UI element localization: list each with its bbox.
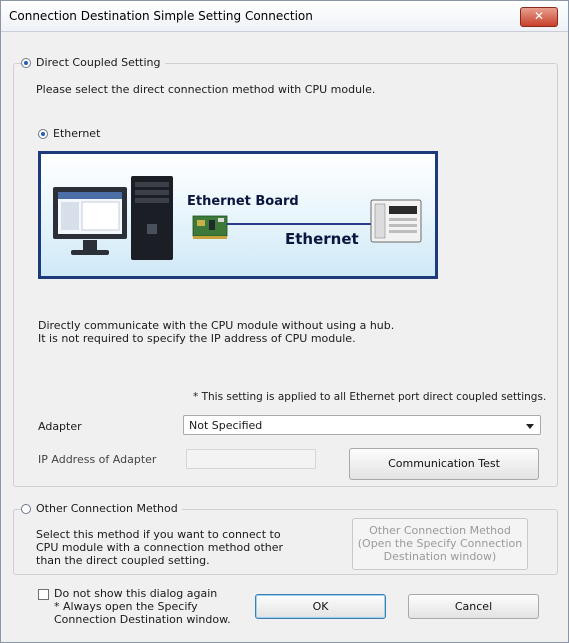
pc-tower-icon bbox=[131, 176, 173, 260]
ethernet-port-note: * This setting is applied to all Etherne… bbox=[193, 391, 547, 403]
ethernet-radio[interactable] bbox=[38, 128, 48, 139]
direct-coupled-radio[interactable] bbox=[21, 57, 31, 68]
ethernet-radio-row[interactable]: Ethernet bbox=[38, 127, 105, 140]
dialog-window: Connection Destination Simple Setting Co… bbox=[0, 0, 569, 643]
ip-address-field[interactable] bbox=[186, 449, 316, 469]
other-connection-description: Select this method if you want to connec… bbox=[36, 528, 284, 567]
other-connection-method-button[interactable]: Other Connection Method (Open the Specif… bbox=[352, 518, 528, 570]
other-connection-radio-row[interactable]: Other Connection Method bbox=[21, 502, 182, 515]
do-not-show-checkbox[interactable] bbox=[38, 589, 49, 600]
ethernet-connection-diagram: Ethernet Board Ethernet bbox=[38, 151, 438, 279]
plc-cpu-module-icon bbox=[370, 199, 422, 243]
dialog-title: Connection Destination Simple Setting Co… bbox=[9, 9, 313, 23]
title-bar: Connection Destination Simple Setting Co… bbox=[1, 1, 568, 32]
direct-coupled-label: Direct Coupled Setting bbox=[36, 56, 161, 69]
do-not-show-label: Do not show this dialog again * Always o… bbox=[54, 587, 231, 626]
adapter-select[interactable]: Not Specified bbox=[183, 415, 541, 435]
ethernet-label: Ethernet bbox=[53, 127, 101, 140]
communication-test-button[interactable]: Communication Test bbox=[349, 448, 539, 480]
direct-coupled-radio-row[interactable]: Direct Coupled Setting bbox=[21, 56, 165, 69]
direct-instruction: Please select the direct connection meth… bbox=[36, 83, 376, 96]
ok-button[interactable]: OK bbox=[255, 594, 386, 619]
diagram-board-label: Ethernet Board bbox=[187, 194, 299, 209]
adapter-select-value: Not Specified bbox=[189, 419, 263, 432]
ip-address-label: IP Address of Adapter bbox=[38, 453, 157, 466]
chevron-down-icon bbox=[526, 424, 534, 429]
direct-description: Directly communicate with the CPU module… bbox=[38, 319, 395, 345]
monitor-icon bbox=[53, 187, 127, 255]
ethernet-board-icon bbox=[192, 215, 228, 239]
diagram-illustration bbox=[53, 176, 422, 260]
other-connection-label: Other Connection Method bbox=[36, 502, 178, 515]
cancel-button[interactable]: Cancel bbox=[408, 594, 539, 619]
close-button[interactable]: ✕ bbox=[520, 7, 558, 27]
adapter-label: Adapter bbox=[38, 420, 82, 433]
diagram-cable-label: Ethernet bbox=[285, 230, 359, 248]
other-connection-radio[interactable] bbox=[21, 503, 31, 514]
